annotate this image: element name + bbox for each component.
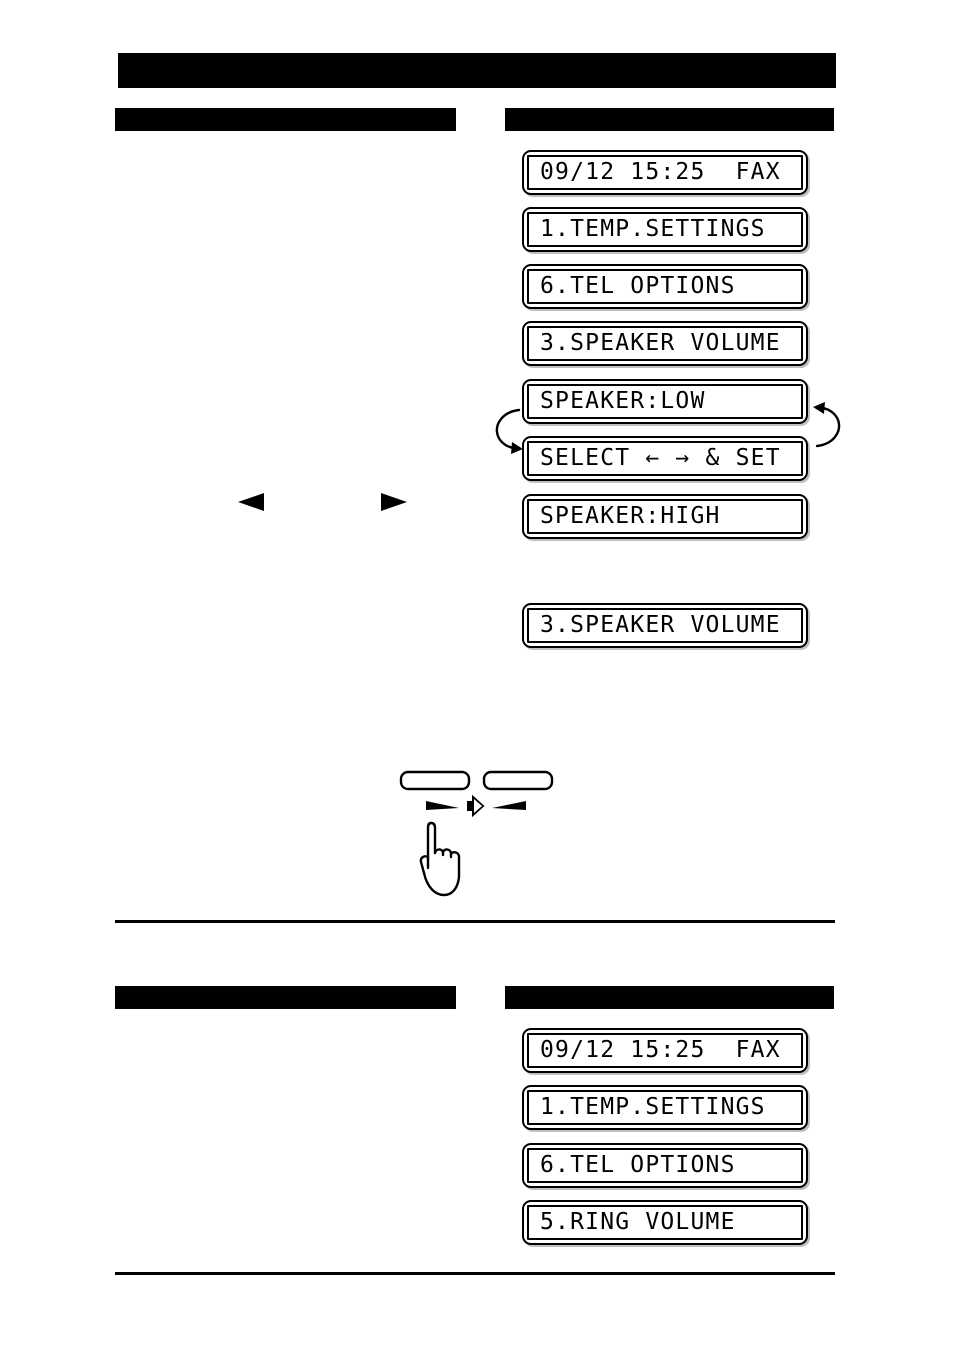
lcd-screen: 6.TEL OPTIONS [527, 269, 803, 304]
left-arrow-key[interactable] [238, 493, 264, 511]
lcd-screen: 6.TEL OPTIONS [527, 1148, 803, 1183]
lcd-display-menu-1-b: 1.TEMP.SETTINGS [522, 1085, 808, 1130]
section-divider [115, 920, 835, 923]
section-speaker-volume-heading-left [115, 108, 456, 131]
manual-page: 09/12 15:25 FAX 1.TEMP.SETTINGS 6.TEL OP… [0, 0, 954, 1348]
section-speaker-volume-heading-right [505, 108, 834, 131]
pointing-hand-icon [419, 821, 461, 897]
lcd-text: 6.TEL OPTIONS [540, 273, 736, 299]
page-title-bar [118, 53, 836, 88]
lcd-screen: 1.TEMP.SETTINGS [527, 212, 803, 247]
lcd-screen: SELECT ← → & SET [527, 441, 803, 476]
lcd-display-speaker-high: SPEAKER:HIGH [522, 494, 808, 539]
section-ring-volume-heading-right [505, 986, 834, 1009]
volume-up-button [482, 770, 554, 791]
lcd-text: 09/12 15:25 FAX [540, 1037, 781, 1063]
volume-increase-wedge [492, 801, 526, 810]
section-ring-volume-heading-left [115, 986, 456, 1009]
lcd-screen: 09/12 15:25 FAX [527, 155, 803, 190]
lcd-screen: 1.TEMP.SETTINGS [527, 1090, 803, 1125]
lcd-screen: 3.SPEAKER VOLUME [527, 326, 803, 361]
lcd-text: 1.TEMP.SETTINGS [540, 1094, 766, 1120]
lcd-display-menu-3: 3.SPEAKER VOLUME [522, 321, 808, 366]
lcd-display-menu-6: 6.TEL OPTIONS [522, 264, 808, 309]
lcd-display-speaker-low: SPEAKER:LOW [522, 379, 808, 424]
lcd-text: 1.TEMP.SETTINGS [540, 216, 766, 242]
lcd-text: 6.TEL OPTIONS [540, 1152, 736, 1178]
lcd-text: SPEAKER:LOW [540, 388, 706, 414]
lcd-display-menu-6-b: 6.TEL OPTIONS [522, 1143, 808, 1188]
lcd-screen: SPEAKER:LOW [527, 384, 803, 419]
volume-decrease-wedge [426, 801, 459, 810]
lcd-display-menu-3-result: 3.SPEAKER VOLUME [522, 603, 808, 648]
lcd-display-select-set: SELECT ← → & SET [522, 436, 808, 481]
lcd-text: SELECT ← → & SET [540, 445, 781, 471]
volume-down-button [399, 770, 471, 791]
speaker-icon [467, 794, 485, 818]
lcd-display-menu-5-b: 5.RING VOLUME [522, 1200, 808, 1245]
lcd-display-menu-1: 1.TEMP.SETTINGS [522, 207, 808, 252]
lcd-display-standby-2: 09/12 15:25 FAX [522, 1028, 808, 1073]
loop-arrow-right-icon [813, 402, 841, 448]
lcd-text: SPEAKER:HIGH [540, 503, 721, 529]
loop-arrow-left-icon [495, 408, 523, 454]
lcd-display-standby: 09/12 15:25 FAX [522, 150, 808, 195]
lcd-screen: 5.RING VOLUME [527, 1205, 803, 1240]
lcd-screen: 09/12 15:25 FAX [527, 1033, 803, 1068]
lcd-text: 3.SPEAKER VOLUME [540, 330, 781, 356]
lcd-text: 09/12 15:25 FAX [540, 159, 781, 185]
lcd-text: 3.SPEAKER VOLUME [540, 612, 781, 638]
volume-keys-illustration [399, 770, 554, 897]
section-divider [115, 1272, 835, 1275]
lcd-screen: SPEAKER:HIGH [527, 499, 803, 534]
lcd-text: 5.RING VOLUME [540, 1209, 736, 1235]
right-arrow-key[interactable] [381, 493, 407, 511]
lcd-screen: 3.SPEAKER VOLUME [527, 608, 803, 643]
